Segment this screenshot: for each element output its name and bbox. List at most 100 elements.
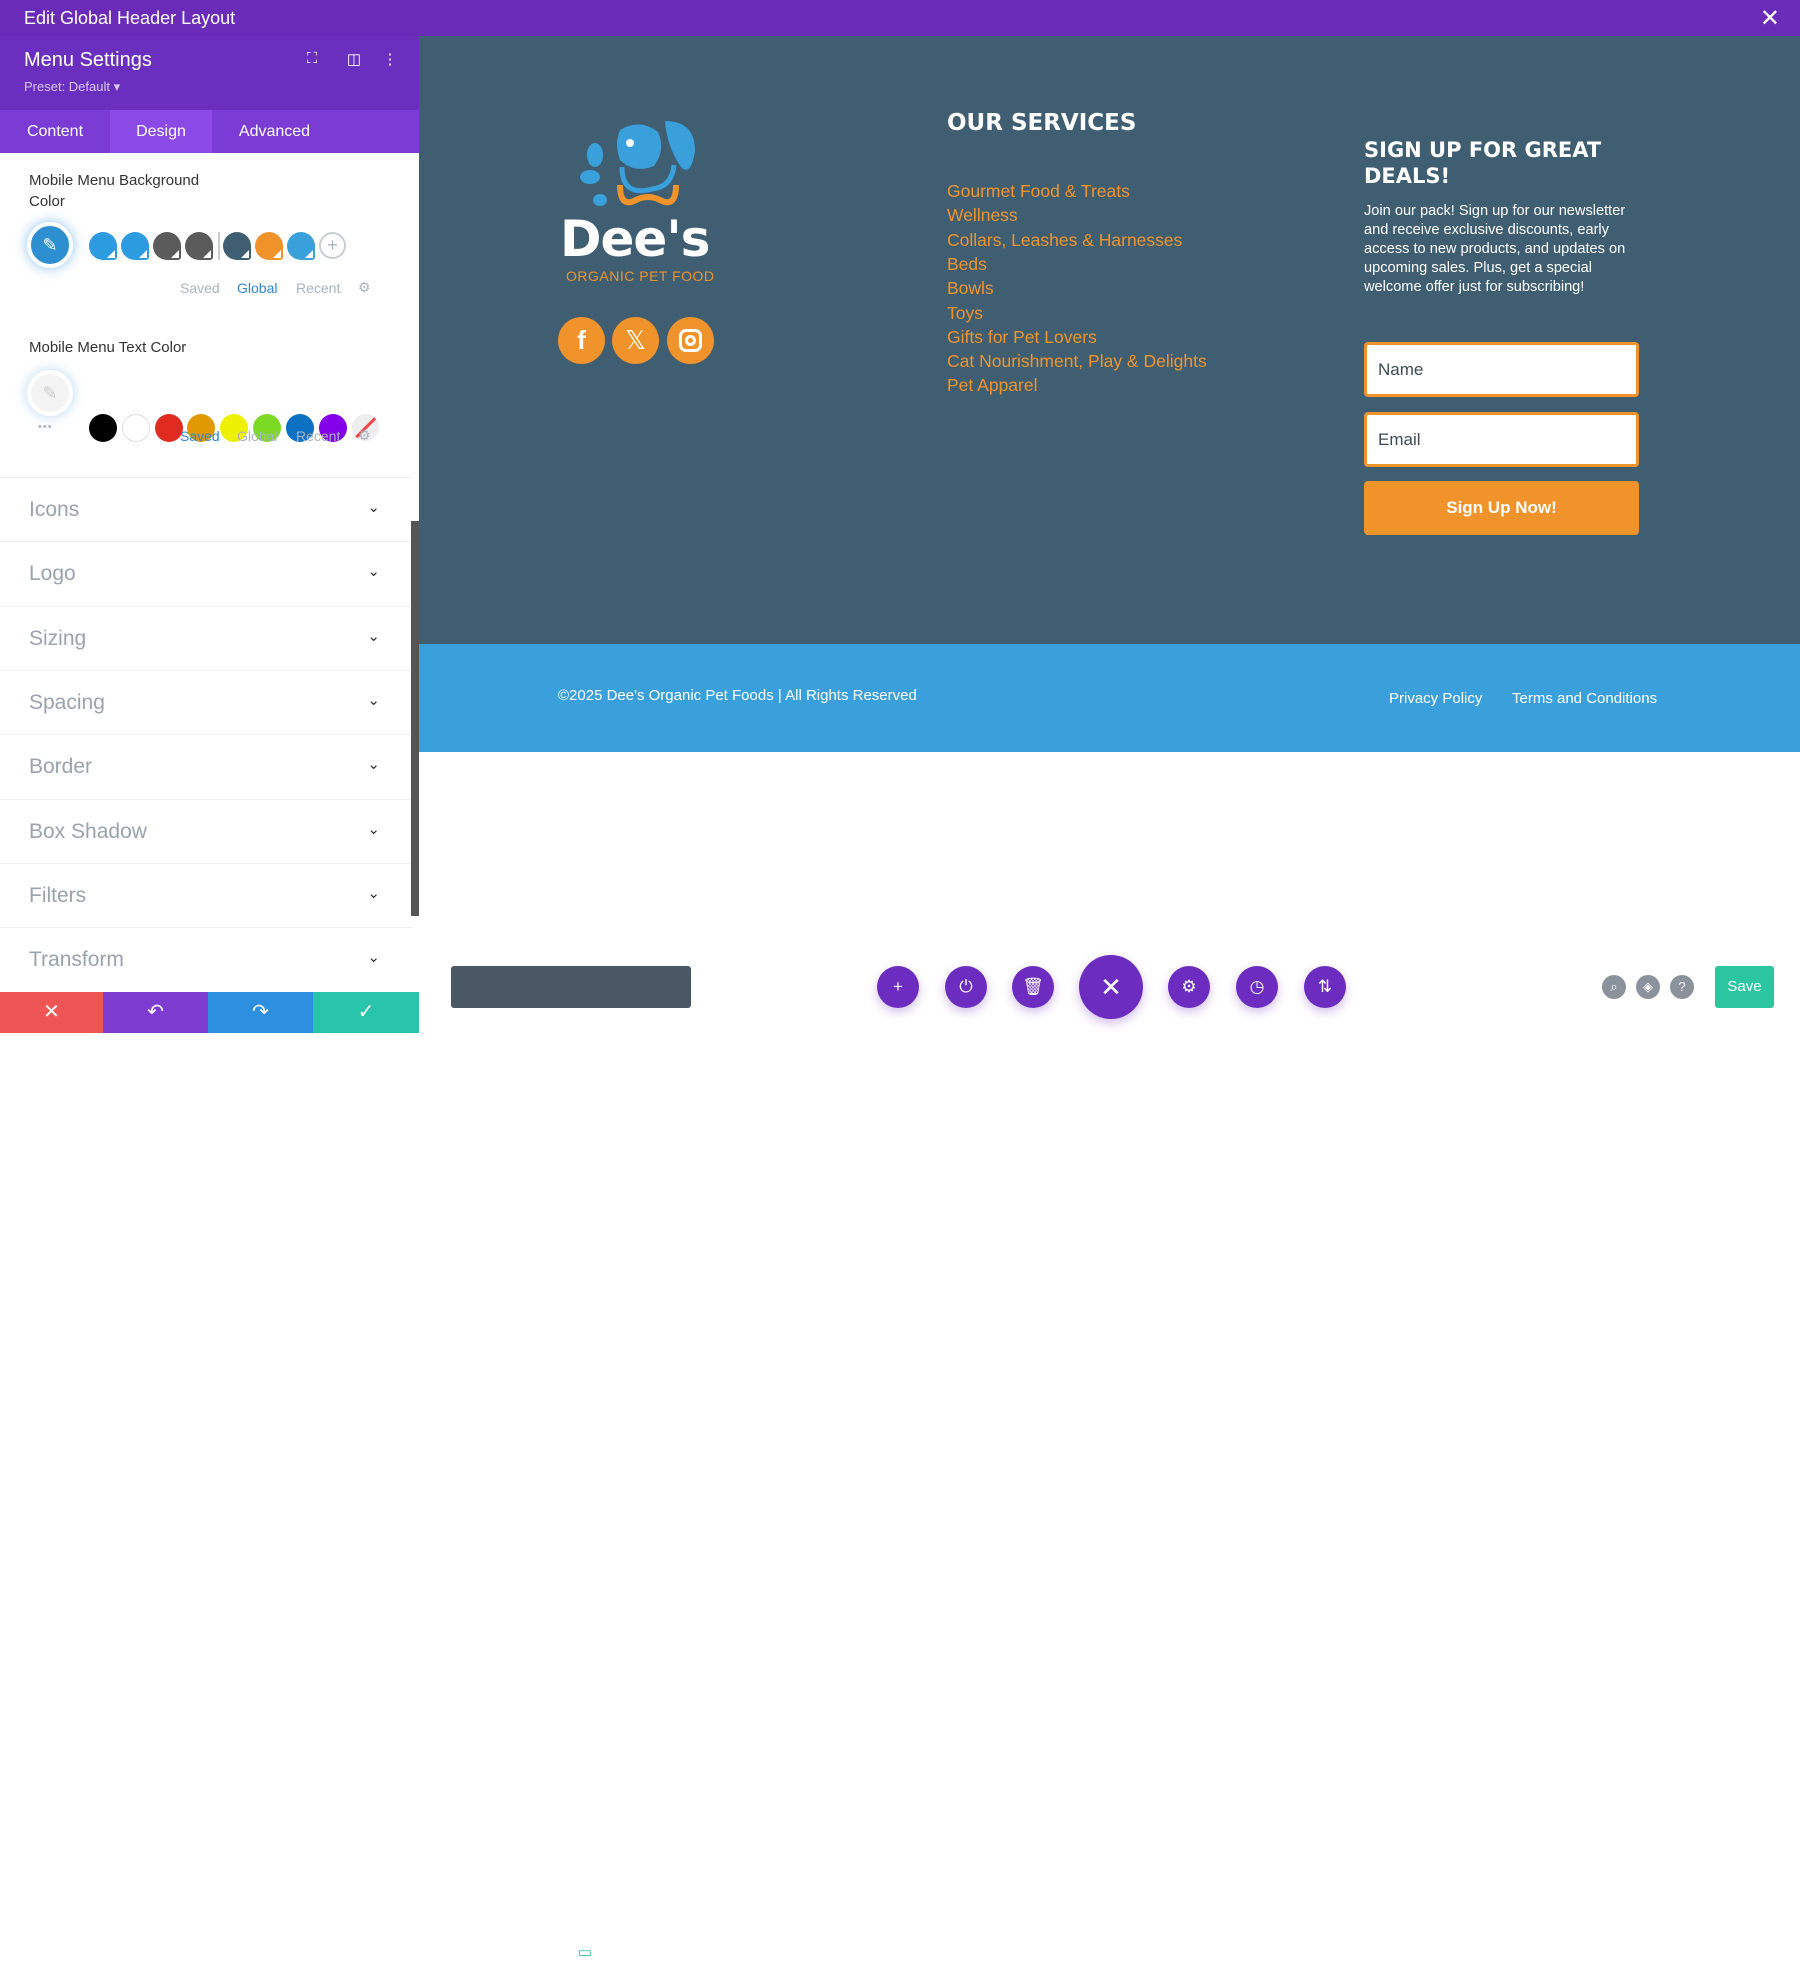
x-icon[interactable]: 𝕏 (612, 317, 659, 364)
section-label: Transform (29, 948, 124, 972)
source-recent[interactable]: Recent (296, 428, 340, 444)
service-link[interactable]: Collars, Leashes & Harnesses (947, 230, 1182, 251)
close-builder-button[interactable]: ✕ (1079, 955, 1143, 1019)
color-swatch[interactable] (153, 232, 181, 260)
tab-advanced[interactable]: Advanced (212, 110, 337, 153)
window-title: Edit Global Header Layout (24, 8, 236, 28)
help-icon[interactable]: ? (1670, 975, 1694, 999)
chevron-down-icon: ⌄ (367, 627, 380, 645)
gear-icon[interactable]: ⚙ (358, 279, 371, 296)
section-label: Box Shadow (29, 819, 147, 843)
services-heading: our services (947, 110, 1137, 136)
search-icon[interactable]: ⌕ (1602, 975, 1626, 999)
layers-icon[interactable]: ◈ (1636, 975, 1660, 999)
desktop-view-icon[interactable]: ▭ (573, 1943, 597, 1961)
section-label: Filters (29, 883, 87, 907)
eyedropper-icon[interactable]: ✎ (27, 370, 73, 416)
section-filters[interactable]: Filters ⌄ (0, 862, 412, 927)
name-input[interactable]: Name (1364, 342, 1639, 397)
wireframe-icon[interactable]: ▦ (489, 1943, 513, 1961)
color-swatch[interactable] (287, 232, 315, 260)
section-sizing[interactable]: Sizing ⌄ (0, 605, 412, 670)
color-swatch[interactable] (89, 232, 117, 260)
email-input[interactable]: Email (1364, 412, 1639, 467)
expand-icon[interactable]: ⛶ (302, 50, 322, 67)
add-color-icon[interactable]: + (319, 232, 346, 259)
source-global[interactable]: Global (237, 428, 277, 444)
service-link[interactable]: Cat Nourishment, Play & Delights (947, 351, 1207, 372)
source-saved[interactable]: Saved (180, 428, 220, 444)
color-swatch[interactable] (223, 232, 251, 260)
undo-button[interactable]: ↶ (103, 992, 208, 1033)
color-swatch[interactable] (89, 414, 117, 442)
more-options-icon[interactable]: ⋮ (451, 1943, 475, 1961)
chevron-down-icon: ⌄ (367, 756, 380, 774)
chevron-down-icon: ⌄ (367, 691, 380, 709)
color-swatch[interactable] (154, 414, 183, 442)
color-swatch[interactable] (255, 232, 283, 260)
history-icon[interactable]: ◷ (1236, 966, 1278, 1008)
service-link[interactable]: Gifts for Pet Lovers (947, 327, 1097, 348)
tab-design[interactable]: Design (110, 110, 212, 153)
tab-content[interactable]: Content (0, 110, 110, 153)
chevron-down-icon: ⌄ (367, 820, 380, 838)
section-label: Border (29, 755, 93, 779)
gear-icon[interactable]: ⚙ (1168, 966, 1210, 1008)
more-dots[interactable]: ••• (38, 421, 53, 433)
section-logo[interactable]: Logo ⌄ (0, 541, 412, 605)
swatch-divider (218, 232, 220, 260)
section-border[interactable]: Border ⌄ (0, 734, 412, 798)
more-options-icon[interactable]: ⋮ (380, 50, 400, 68)
close-icon[interactable]: ✕ (1760, 4, 1780, 33)
eyedropper-icon[interactable]: ✎ (27, 222, 73, 268)
sort-icon[interactable]: ⇅ (1304, 966, 1346, 1008)
section-icons[interactable]: Icons ⌄ (0, 477, 412, 541)
color-swatch[interactable] (185, 232, 213, 260)
settings-panel: Menu Settings Preset: Default ▾ ⛶ ◫ ⋮ Co… (0, 36, 419, 1033)
terms-link[interactable]: Terms and Conditions (1512, 690, 1657, 707)
zoom-icon[interactable]: ⌕ (531, 1943, 555, 1960)
source-saved[interactable]: Saved (180, 280, 220, 296)
instagram-icon[interactable] (667, 317, 714, 364)
service-link[interactable]: Gourmet Food & Treats (947, 181, 1130, 202)
tablet-view-icon[interactable]: ▯ (615, 1943, 639, 1961)
sidebar-layout-icon[interactable]: ◫ (344, 50, 364, 68)
title-bar: Edit Global Header Layout ✕ (0, 0, 1800, 36)
logo-tagline: ORGANIC PET FOOD (566, 268, 715, 284)
trash-icon[interactable]: 🗑 (1012, 966, 1054, 1008)
section-transform[interactable]: Transform ⌄ (0, 927, 412, 991)
logo-wordmark: Dee's (560, 210, 710, 268)
discard-button[interactable]: ✕ (0, 992, 103, 1033)
confirm-button[interactable]: ✓ (313, 992, 419, 1033)
panel-title: Menu Settings (24, 49, 152, 71)
dog-logo-icon (580, 121, 695, 206)
power-icon[interactable]: ⏻ (945, 966, 987, 1008)
copyright-text: ©2025 Dee's Organic Pet Foods | All Righ… (558, 687, 917, 704)
service-link[interactable]: Pet Apparel (947, 375, 1037, 396)
service-link[interactable]: Beds (947, 254, 987, 275)
dees-logo[interactable]: Dee's ORGANIC PET FOOD (560, 115, 725, 285)
section-label: Logo (29, 562, 76, 586)
service-link[interactable]: Toys (947, 303, 983, 324)
service-link[interactable]: Wellness (947, 205, 1018, 226)
color-swatch[interactable] (121, 232, 149, 260)
phone-view-icon[interactable]: ▮ (657, 1943, 681, 1961)
chevron-down-icon: ⌄ (367, 949, 380, 967)
gear-icon[interactable]: ⚙ (358, 427, 371, 444)
source-global[interactable]: Global (237, 280, 277, 296)
section-box-shadow[interactable]: Box Shadow ⌄ (0, 798, 412, 863)
signup-button[interactable]: Sign Up Now! (1364, 481, 1639, 535)
facebook-icon[interactable]: f (558, 317, 605, 364)
preset-dropdown[interactable]: Preset: Default ▾ (24, 79, 120, 95)
color-swatch[interactable] (121, 414, 150, 442)
chevron-down-icon: ⌄ (367, 499, 380, 516)
source-recent[interactable]: Recent (296, 280, 340, 296)
panel-scrollbar[interactable] (411, 521, 419, 916)
save-button[interactable]: Save (1715, 966, 1774, 1008)
privacy-policy-link[interactable]: Privacy Policy (1389, 690, 1482, 707)
add-button[interactable]: + (877, 966, 919, 1008)
section-spacing[interactable]: Spacing ⌄ (0, 669, 412, 734)
section-label: Icons (29, 498, 80, 521)
service-link[interactable]: Bowls (947, 278, 994, 299)
redo-button[interactable]: ↷ (208, 992, 313, 1033)
